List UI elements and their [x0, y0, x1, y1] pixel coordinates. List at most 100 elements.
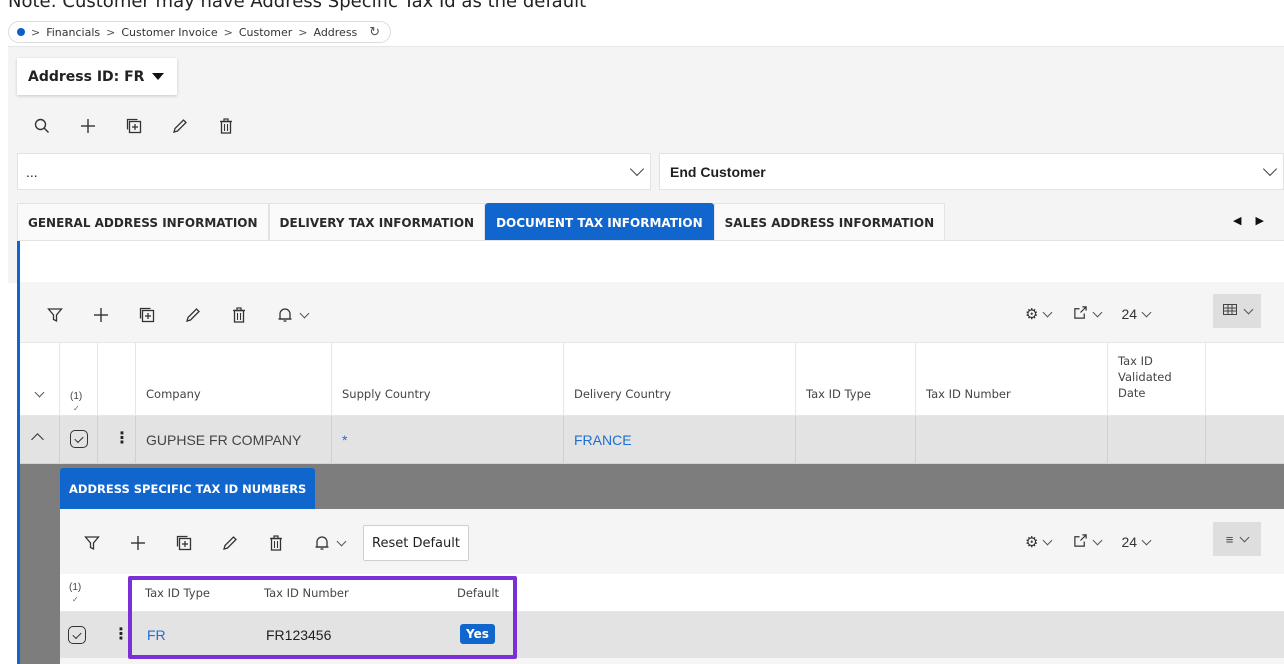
detail-page-size-value[interactable]: 24 — [1121, 534, 1137, 550]
cell-supply-country[interactable]: * — [332, 416, 564, 463]
address-id-label: Address ID: FR — [28, 68, 145, 85]
col-company[interactable]: Company — [136, 343, 332, 415]
col-supply-country-label: Supply Country — [342, 387, 431, 401]
row-select-cell[interactable] — [60, 416, 98, 463]
search-icon[interactable] — [30, 114, 54, 138]
grid-toolbar — [43, 302, 310, 328]
cell-tax-id-validated-date — [1108, 416, 1206, 463]
delete-icon[interactable] — [264, 531, 288, 555]
col-tax-id-type[interactable]: Tax ID Type — [796, 343, 916, 415]
table-row[interactable]: ⋮ GUPHSE FR COMPANY * FRANCE — [20, 416, 1284, 464]
chevron-down-icon[interactable] — [1093, 535, 1103, 545]
chevron-up-icon[interactable] — [31, 433, 44, 446]
chevron-down-icon[interactable] — [336, 536, 347, 546]
expand-all-cell[interactable] — [20, 343, 60, 415]
actions-col-header — [98, 343, 136, 415]
cell-delivery-country[interactable]: FRANCE — [564, 416, 796, 463]
row-menu-cell[interactable]: ⋮ — [98, 416, 136, 463]
selector-right-value: End Customer — [670, 163, 766, 180]
duplicate-icon[interactable] — [135, 303, 159, 327]
chevron-down-icon[interactable] — [299, 308, 310, 318]
breadcrumb-item-customer-invoice[interactable]: Customer Invoice — [121, 26, 217, 39]
col-supply-country[interactable]: Supply Country — [332, 343, 564, 415]
tab-scroll: ◀ ▶ — [1233, 214, 1264, 227]
add-icon[interactable] — [76, 114, 100, 138]
tab-general-address-information[interactable]: GENERAL ADDRESS INFORMATION — [17, 203, 269, 241]
address-id-selector[interactable]: Address ID: FR — [17, 58, 177, 95]
edit-icon[interactable] — [181, 303, 205, 327]
company-value: GUPHSE FR COMPANY — [146, 432, 302, 448]
section-spacer — [20, 241, 1284, 282]
bell-icon[interactable] — [273, 303, 297, 327]
tab-document-tax-information[interactable]: DOCUMENT TAX INFORMATION — [485, 203, 714, 241]
chevron-down-icon[interactable] — [1141, 535, 1152, 545]
col-tax-id-number[interactable]: Tax ID Number — [916, 343, 1108, 415]
filter-icon[interactable] — [43, 303, 67, 327]
select-all-cell[interactable]: (1) ✓ — [60, 343, 98, 415]
col-tax-id-validated-date-label: Tax ID Validated Date — [1118, 354, 1172, 400]
tab-delivery-tax-information[interactable]: DELIVERY TAX INFORMATION — [268, 203, 486, 241]
caret-left-icon[interactable]: ◀ — [1233, 214, 1241, 227]
refresh-icon[interactable]: ↻ — [369, 25, 380, 40]
chevron-right-icon: > — [298, 25, 308, 39]
col-delivery-country[interactable]: Delivery Country — [564, 343, 796, 415]
view-mode-button[interactable] — [1213, 294, 1261, 328]
record-toolbar — [30, 114, 260, 138]
page-size-value[interactable]: 24 — [1121, 306, 1137, 322]
caption-text: Note: Customer may have Address Specific… — [8, 0, 587, 12]
selector-left[interactable]: ... — [17, 153, 651, 190]
supply-country-value[interactable]: * — [342, 432, 347, 448]
caret-right-icon[interactable]: ▶ — [1255, 214, 1263, 227]
cell-company: GUPHSE FR COMPANY — [136, 416, 332, 463]
edit-icon[interactable] — [218, 531, 242, 555]
delete-icon[interactable] — [214, 114, 238, 138]
duplicate-icon[interactable] — [172, 531, 196, 555]
add-icon[interactable] — [89, 303, 113, 327]
duplicate-icon[interactable] — [122, 114, 146, 138]
selected-count: (1) — [70, 391, 83, 402]
breadcrumb-item-customer[interactable]: Customer — [239, 26, 292, 39]
chevron-down-icon[interactable] — [34, 387, 45, 398]
edit-icon[interactable] — [168, 114, 192, 138]
col-tax-id-type-label: Tax ID Type — [806, 387, 871, 401]
selector-right[interactable]: End Customer — [659, 153, 1284, 190]
add-icon[interactable] — [126, 531, 150, 555]
cell-tax-id-number — [916, 416, 1108, 463]
status-dot-icon — [17, 28, 25, 36]
checkbox-checked-icon[interactable] — [68, 626, 86, 644]
tab-bar: GENERAL ADDRESS INFORMATION DELIVERY TAX… — [17, 203, 946, 241]
chevron-down-icon[interactable] — [1093, 307, 1103, 317]
chevron-down-icon[interactable] — [1043, 307, 1053, 317]
col-tax-id-validated-date[interactable]: Tax ID Validated Date — [1108, 343, 1206, 415]
breadcrumb-bar: > Financials > Customer Invoice > Custom… — [8, 17, 1284, 47]
delete-icon[interactable] — [227, 303, 251, 327]
chevron-down-icon[interactable] — [1141, 307, 1152, 317]
check-icon[interactable]: ✓ — [73, 404, 80, 413]
breadcrumb-item-financials[interactable]: Financials — [46, 26, 100, 39]
settings-icon[interactable]: ⚙ — [1025, 533, 1038, 551]
filter-icon[interactable] — [80, 531, 104, 555]
tab-address-specific-tax-id-numbers[interactable]: ADDRESS SPECIFIC TAX ID NUMBERS — [60, 468, 316, 509]
export-icon[interactable] — [1073, 305, 1088, 323]
export-icon[interactable] — [1073, 533, 1088, 551]
list-view-icon: ≡ — [1225, 531, 1234, 547]
chevron-down-icon[interactable] — [1043, 535, 1053, 545]
check-icon[interactable]: ✓ — [72, 595, 79, 604]
detail-right-controls: ⚙ 24 — [1025, 533, 1152, 551]
chevron-down-icon[interactable] — [1262, 161, 1278, 176]
grid-right-controls: ⚙ 24 — [1025, 305, 1152, 323]
table-view-icon — [1222, 302, 1237, 320]
checkbox-checked-icon[interactable] — [70, 430, 88, 448]
chevron-down-icon[interactable] — [629, 161, 645, 176]
detail-view-mode-button[interactable]: ≡ — [1213, 522, 1261, 556]
chevron-down-icon — [1239, 532, 1250, 542]
tab-sales-address-information[interactable]: SALES ADDRESS INFORMATION — [713, 203, 946, 241]
reset-default-button[interactable]: Reset Default — [363, 525, 469, 561]
more-vertical-icon[interactable]: ⋮ — [113, 624, 129, 644]
settings-icon[interactable]: ⚙ — [1025, 305, 1038, 323]
delivery-country-value[interactable]: FRANCE — [574, 432, 632, 448]
chevron-right-icon: > — [31, 25, 41, 39]
collapse-cell[interactable] — [20, 416, 60, 463]
more-vertical-icon[interactable]: ⋮ — [114, 428, 130, 448]
bell-icon[interactable] — [310, 531, 334, 555]
